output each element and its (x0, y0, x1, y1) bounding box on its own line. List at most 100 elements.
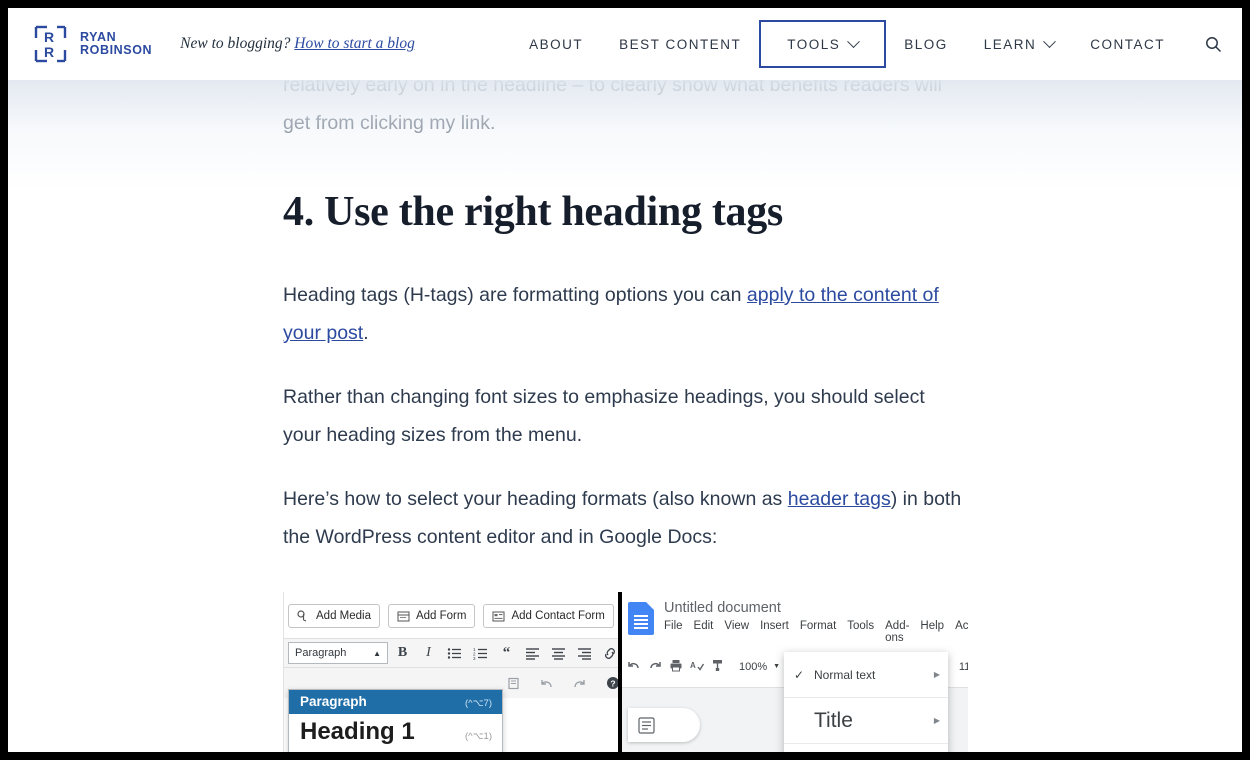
blockquote-icon[interactable]: “ (495, 642, 518, 664)
search-icon[interactable] (1183, 24, 1242, 64)
chevron-right-icon: ▶ (934, 670, 940, 679)
wordpress-format-dropdown[interactable]: Paragraph (^⌥7) Heading 1 (^⌥1) Heading … (288, 689, 503, 752)
google-docs-icon (628, 602, 654, 635)
tagline-prefix: New to blogging? (180, 35, 290, 52)
nav-label-blog: BLOG (904, 37, 948, 52)
menu-item-tools[interactable]: Tools (847, 620, 874, 644)
paragraph-1: Heading tags (H-tags) are formatting opt… (283, 276, 968, 352)
undo-icon[interactable] (535, 672, 558, 694)
spellcheck-icon[interactable]: A (690, 659, 704, 675)
nav-item-best-content[interactable]: BEST CONTENT (601, 24, 759, 64)
menu-item-file[interactable]: File (664, 620, 683, 644)
print-icon[interactable] (669, 659, 683, 675)
dropdown-item-paragraph[interactable]: Paragraph (^⌥7) (289, 690, 502, 714)
paste-text-icon[interactable] (502, 672, 525, 694)
svg-text:3: 3 (473, 656, 476, 660)
menu-item-format[interactable]: Format (800, 620, 836, 644)
nav-label-learn: LEARN (984, 37, 1037, 52)
bold-icon[interactable]: B (391, 642, 414, 664)
zoom-value: 100% (739, 661, 767, 673)
add-media-icon (297, 610, 310, 623)
style-item-title[interactable]: Title ▶ (784, 698, 948, 744)
chevron-right-icon: ▶ (934, 716, 940, 725)
font-size-select[interactable]: 11 (958, 660, 968, 674)
format-select-value: Paragraph (295, 647, 346, 659)
format-select[interactable]: Paragraph ▲ (288, 642, 388, 664)
site-logo-link[interactable]: R R RYAN ROBINSON (32, 24, 152, 64)
add-media-button[interactable]: Add Media (288, 604, 380, 628)
align-right-icon[interactable] (573, 642, 596, 664)
nav-item-tools[interactable]: TOOLS (759, 20, 886, 68)
nav-item-contact[interactable]: CONTACT (1072, 24, 1183, 64)
header-tagline: New to blogging? How to start a blog (180, 35, 415, 53)
caret-up-icon: ▲ (373, 649, 381, 658)
browser-frame: R R RYAN ROBINSON New to blogging? How t… (0, 0, 1250, 760)
outline-icon (638, 717, 655, 734)
add-form-button[interactable]: Add Form (388, 604, 476, 628)
nav-item-learn[interactable]: LEARN (966, 24, 1073, 64)
document-title[interactable]: Untitled document (654, 600, 968, 616)
menu-item-insert[interactable]: Insert (760, 620, 789, 644)
dropdown-label-paragraph: Paragraph (300, 694, 367, 709)
document-outline-button[interactable] (628, 708, 700, 742)
svg-text:R: R (44, 44, 54, 60)
paragraph-1-before: Heading tags (H-tags) are formatting opt… (283, 284, 747, 306)
embedded-screenshot[interactable]: Add Media Add Form Add Con (283, 592, 968, 752)
redo-icon[interactable] (648, 659, 662, 674)
nav-item-blog[interactable]: BLOG (886, 24, 966, 64)
add-contact-form-button[interactable]: Add Contact Form (483, 604, 613, 628)
wordpress-toolbar-row-1: Paragraph ▲ B I 123 “ (284, 638, 618, 668)
nav-item-about[interactable]: ABOUT (511, 24, 601, 64)
paint-format-icon[interactable] (711, 659, 724, 675)
menu-item-view[interactable]: View (724, 620, 749, 644)
style-label-normal-text: Normal text (814, 668, 934, 682)
menu-item-help[interactable]: Help (920, 620, 944, 644)
menu-item-add-ons[interactable]: Add-ons (885, 620, 909, 644)
add-contact-form-icon (492, 610, 505, 623)
google-docs-style-dropdown[interactable]: ✓ Normal text ▶ Title ▶ Subtitle ▶ (784, 652, 948, 752)
chevron-down-icon: ▼ (773, 663, 780, 670)
paragraph-2: Rather than changing font sizes to empha… (283, 378, 968, 454)
zoom-select[interactable]: 100% ▼ (738, 660, 781, 674)
font-size-value: 11 (959, 661, 968, 673)
svg-text:A: A (690, 661, 696, 670)
chevron-down-icon (847, 35, 860, 48)
style-item-subtitle[interactable]: Subtitle ▶ (784, 744, 948, 752)
bulleted-list-icon[interactable] (443, 642, 466, 664)
italic-icon[interactable]: I (417, 642, 440, 664)
add-form-icon (397, 610, 410, 623)
page-title: 4. Use the right heading tags (283, 188, 968, 236)
menu-item-edit[interactable]: Edit (694, 620, 714, 644)
logo-line-1: RYAN (80, 30, 116, 44)
nav-label-tools: TOOLS (787, 37, 840, 52)
chevron-down-icon (1043, 35, 1056, 48)
align-center-icon[interactable] (547, 642, 570, 664)
site-header: R R RYAN ROBINSON New to blogging? How t… (8, 8, 1242, 80)
redo-icon[interactable] (568, 672, 591, 694)
header-tags-link[interactable]: header tags (788, 488, 891, 510)
ryan-robinson-logo-icon: R R (32, 24, 69, 64)
page-viewport: R R RYAN ROBINSON New to blogging? How t… (8, 8, 1242, 752)
add-form-label: Add Form (416, 610, 467, 622)
style-item-normal-text[interactable]: ✓ Normal text ▶ (784, 652, 948, 698)
paragraph-3: Here’s how to select your heading format… (283, 480, 968, 556)
doc-lines-decoration (634, 615, 648, 631)
dropdown-item-heading-1[interactable]: Heading 1 (^⌥1) (289, 714, 502, 751)
google-docs-screenshot: Untitled document File Edit View Insert … (622, 592, 968, 752)
how-to-start-a-blog-link[interactable]: How to start a blog (294, 35, 415, 52)
add-media-label: Add Media (316, 610, 371, 622)
numbered-list-icon[interactable]: 123 (469, 642, 492, 664)
main-navigation: ABOUT BEST CONTENT TOOLS BLOG LEARN CO (511, 8, 1242, 80)
google-docs-menubar: File Edit View Insert Format Tools Add-o… (654, 620, 968, 644)
undo-icon[interactable] (627, 659, 641, 674)
menu-item-accessibility[interactable]: Acces (955, 620, 968, 644)
dropdown-item-heading-2[interactable]: Heading 2 (^⌥2) (289, 751, 502, 752)
checkmark-icon: ✓ (794, 668, 814, 682)
nav-label-about: ABOUT (529, 37, 583, 52)
screenshot-divider (618, 592, 622, 752)
paragraph-1-after: . (363, 322, 368, 344)
logo-wordmark: RYAN ROBINSON (80, 31, 152, 57)
style-label-title: Title (814, 709, 934, 733)
wordpress-editor-screenshot: Add Media Add Form Add Con (284, 592, 618, 752)
align-left-icon[interactable] (521, 642, 544, 664)
